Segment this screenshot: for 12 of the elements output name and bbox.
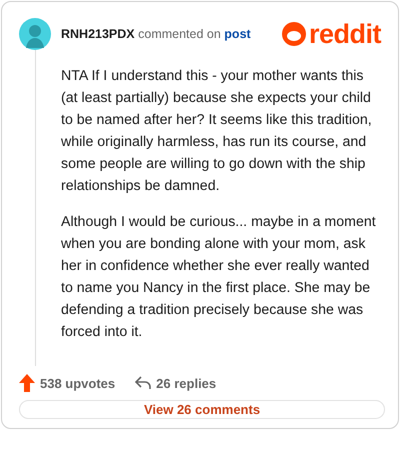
upvote-icon[interactable]: [19, 374, 35, 392]
comment-paragraph: NTA If I understand this - your mother wants this (at least partially) because she expects your child to be named after her? It seems like this tradition, while originally harmless, has run its course, and some people are willing to go down with the ship relationships be damned.: [61, 67, 373, 196]
brand-logo: reddit: [308, 20, 381, 48]
reply-count: 26 replies: [156, 376, 216, 390]
comment-paragraph: Although I would be curious... maybe in a moment when you are bonding alone with your mom, ask her in confidence whether she ever really wanted to name you Nancy in the first place. She may be defending a tradition precisely because she was forced into it.: [61, 213, 377, 342]
logo-icon: [282, 22, 306, 46]
reply-icon[interactable]: [135, 376, 152, 390]
avatar-icon: [19, 18, 51, 50]
upvote-count: 538 upvotes: [40, 376, 116, 390]
post-link[interactable]: post: [224, 27, 251, 41]
comment-byline: RNH213PDX commented on post: [61, 27, 252, 41]
view-comments-button[interactable]: View 26 comments: [19, 400, 385, 419]
